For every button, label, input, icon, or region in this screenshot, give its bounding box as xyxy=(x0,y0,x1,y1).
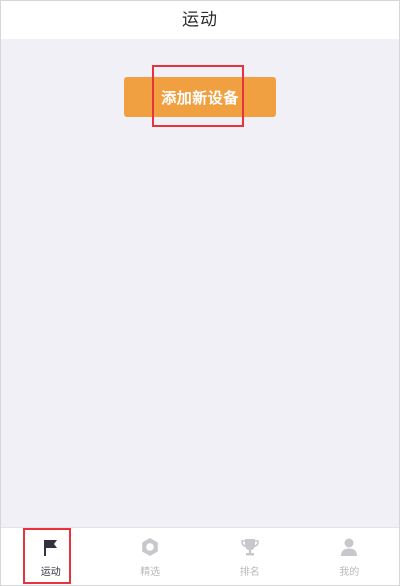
add-device-button[interactable]: 添加新设备 xyxy=(124,77,276,117)
tab-label-featured: 精选 xyxy=(140,567,161,578)
main-content: 添加新设备 xyxy=(1,39,399,527)
tab-sport[interactable]: 运动 xyxy=(1,528,101,585)
tab-label-ranking: 排名 xyxy=(239,567,260,578)
top-bar: 运动 xyxy=(1,1,399,39)
tab-me[interactable]: 我的 xyxy=(300,528,400,585)
tab-ranking[interactable]: 排名 xyxy=(200,528,300,585)
badge-icon xyxy=(139,536,161,558)
page-title: 运动 xyxy=(182,9,218,30)
bottom-tab-bar: 运动 精选 排名 我的 xyxy=(1,527,400,585)
app-screen: 运动 添加新设备 运动 精选 排名 我的 xyxy=(0,0,400,586)
trophy-icon xyxy=(239,536,261,558)
flag-icon xyxy=(40,536,62,558)
tab-label-sport: 运动 xyxy=(40,567,61,578)
add-device-label: 添加新设备 xyxy=(161,88,239,107)
tab-featured[interactable]: 精选 xyxy=(101,528,201,585)
user-icon xyxy=(338,536,360,558)
tab-label-me: 我的 xyxy=(339,567,360,578)
